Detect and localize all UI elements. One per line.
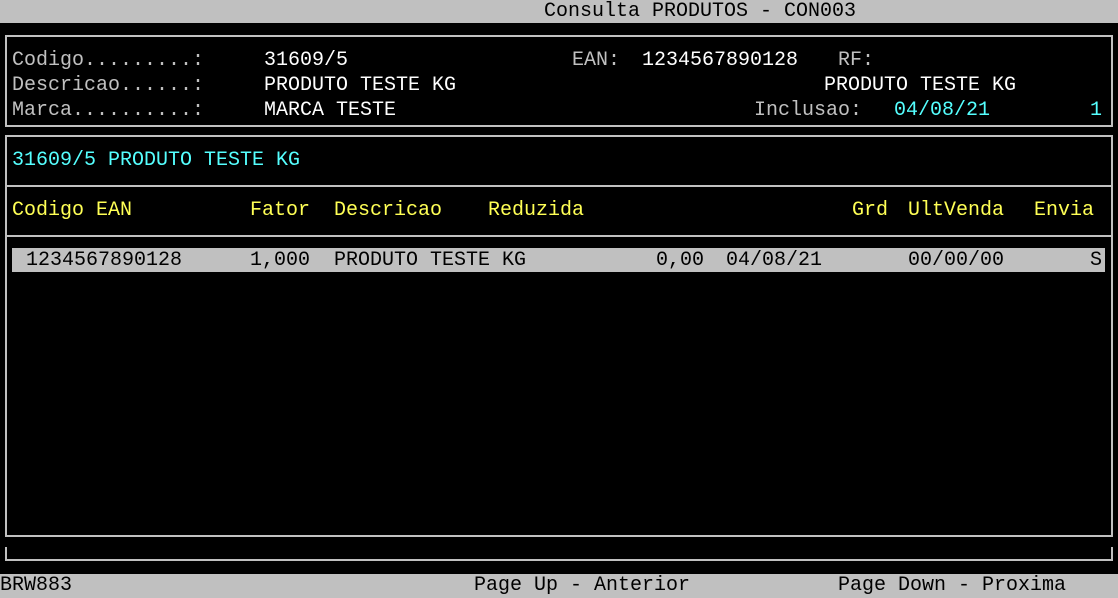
ean-value: 1234567890128 — [642, 49, 799, 72]
row-ean: 1234567890128 — [26, 249, 183, 272]
row-envia: S — [1090, 249, 1103, 272]
screen-code: BRW883 — [0, 574, 73, 597]
page-down-hint[interactable]: Page Down - Proxima — [838, 574, 1066, 598]
descricao-label: Descricao......: — [12, 74, 205, 97]
page-up-hint[interactable]: Page Up - Anterior — [474, 574, 690, 598]
descricao-value: PRODUTO TESTE KG — [264, 74, 457, 97]
window-title: Consulta PRODUTOS - CON003 — [544, 0, 857, 23]
row-data: 04/08/21 — [726, 249, 823, 272]
col-fator: Fator — [250, 199, 311, 222]
col-envia: Envia — [1034, 199, 1095, 222]
ean-label: EAN: — [572, 49, 621, 72]
row-fator: 1,000 — [250, 249, 311, 272]
codigo-value: 31609/5 — [264, 49, 349, 72]
rf-label: RF: — [838, 49, 875, 72]
col-codigo-ean: Codigo EAN — [12, 199, 133, 222]
row-descricao: PRODUTO TESTE KG — [334, 249, 527, 272]
col-reduzida: Reduzida — [488, 199, 585, 222]
footer-bar: BRW883 Page Up - Anterior Page Down - Pr… — [0, 574, 1118, 598]
inclusao-value: 04/08/21 — [894, 99, 991, 122]
col-grd: Grd — [852, 199, 889, 222]
col-descricao: Descricao — [334, 199, 443, 222]
inclusao-label: Inclusao: — [754, 99, 863, 122]
marca-label: Marca..........: — [12, 99, 205, 122]
inclusao-count: 1 — [1090, 99, 1103, 122]
codigo-label: Codigo.........: — [12, 49, 205, 72]
descricao-right-value: PRODUTO TESTE KG — [824, 74, 1017, 97]
list-box — [5, 235, 1113, 537]
product-line: 31609/5 PRODUTO TESTE KG — [12, 149, 301, 172]
status-line-box — [5, 547, 1113, 561]
row-ultvenda: 00/00/00 — [908, 249, 1005, 272]
col-ultvenda: UltVenda — [908, 199, 1005, 222]
marca-value: MARCA TESTE — [264, 99, 397, 122]
row-valor: 0,00 — [656, 249, 705, 272]
title-bar: Consulta PRODUTOS - CON003 — [0, 0, 1118, 23]
